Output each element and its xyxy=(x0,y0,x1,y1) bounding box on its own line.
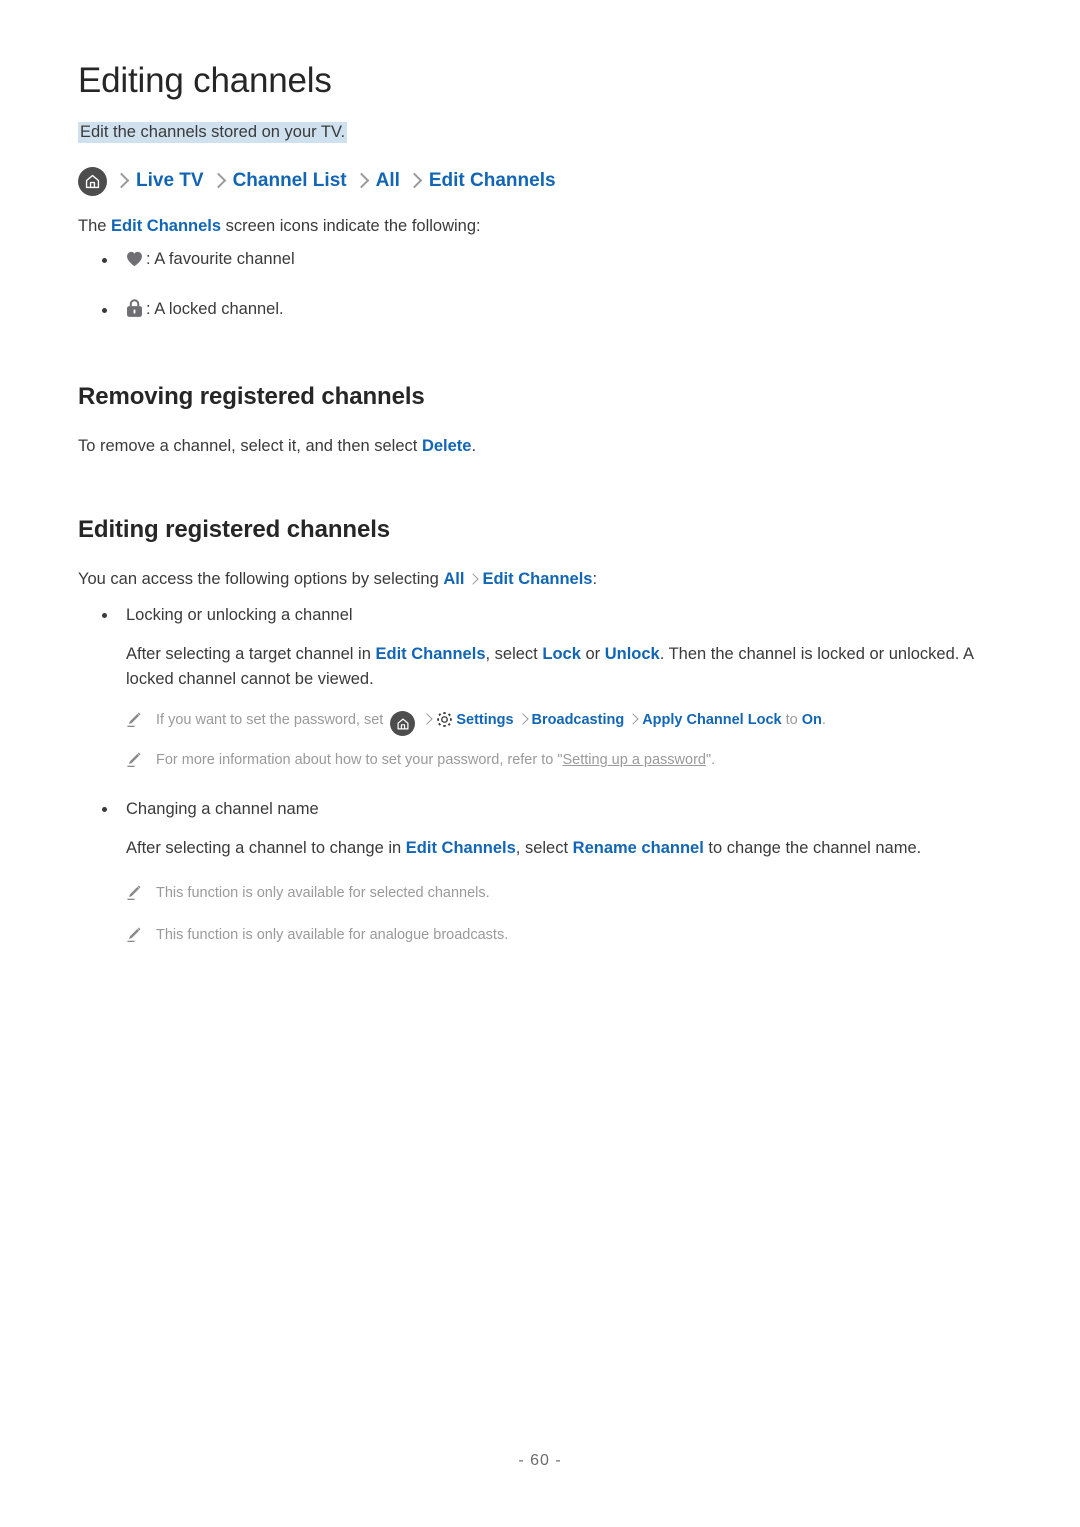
edit-channels-link[interactable]: Edit Channels xyxy=(482,570,592,588)
delete-link[interactable]: Delete xyxy=(422,437,472,455)
pencil-icon xyxy=(126,751,142,773)
body-post: . xyxy=(471,436,477,455)
legend-lead-pre: The xyxy=(78,216,112,235)
body-p1: After selecting a target channel in xyxy=(126,644,376,663)
note-analogue-broadcasts: This function is only available for anal… xyxy=(78,924,1008,948)
list-item: : A favourite channel xyxy=(78,247,1008,275)
icon-legend-lead-in: The Edit Channels screen icons indicate … xyxy=(78,214,1008,240)
breadcrumb-item-all[interactable]: All xyxy=(376,170,400,192)
chevron-right-icon xyxy=(421,713,433,725)
note-post: . xyxy=(821,711,826,728)
pencil-icon xyxy=(126,711,142,733)
gear-icon[interactable] xyxy=(436,711,453,736)
pencil-icon xyxy=(126,926,142,948)
note-text: This function is only available for anal… xyxy=(156,926,509,943)
body-p2: , select xyxy=(515,839,573,858)
section-removing-registered-channels: Removing registered channels To remove a… xyxy=(78,382,1008,460)
note-mid: to xyxy=(781,711,802,728)
option-body-locking: After selecting a target channel in Edit… xyxy=(78,642,1008,693)
body-p3: to change the channel name. xyxy=(703,839,922,858)
note-post: ". xyxy=(705,752,716,769)
icon-legend-list: : A favourite channel : A locked channel… xyxy=(78,247,1008,326)
lead-post: : xyxy=(592,570,598,589)
chevron-right-icon xyxy=(516,713,529,725)
chevron-right-icon xyxy=(210,172,226,189)
pencil-icon xyxy=(126,884,142,906)
edit-channels-link[interactable]: Edit Channels xyxy=(406,839,516,857)
list-item: : A locked channel. xyxy=(78,297,1008,326)
intro-paragraph-wrap: Edit the channels stored on your TV. xyxy=(78,120,1008,145)
section-body: To remove a channel, select it, and then… xyxy=(78,434,1008,460)
note-password-path: If you want to set the password, set Set… xyxy=(78,709,1008,737)
chevron-right-icon xyxy=(467,573,480,586)
breadcrumb[interactable]: Live TV Channel List All Edit Channels xyxy=(78,166,1008,196)
setting-up-a-password-link[interactable]: Setting up a password xyxy=(563,752,706,768)
option-title-locking: Locking or unlocking a channel xyxy=(78,603,1008,628)
breadcrumb-item-live-tv[interactable]: Live TV xyxy=(136,170,204,192)
document-page: Editing channels Edit the channels store… xyxy=(0,0,1080,1527)
section-heading: Editing registered channels xyxy=(78,516,391,544)
heart-icon xyxy=(126,250,143,275)
chevron-right-icon xyxy=(113,172,130,189)
option-title-renaming: Changing a channel name xyxy=(78,797,1008,822)
body-p1: After selecting a channel to change in xyxy=(126,839,406,858)
home-icon[interactable] xyxy=(78,166,107,196)
note-password-reference: For more information about how to set yo… xyxy=(78,749,1008,773)
note-text: This function is only available for sele… xyxy=(156,884,490,901)
breadcrumb-item-edit-channels[interactable]: Edit Channels xyxy=(429,170,556,192)
note-text: For more information about how to set yo… xyxy=(156,749,715,772)
on-link[interactable]: On xyxy=(802,712,822,728)
section-lead-in: You can access the following options by … xyxy=(78,567,1008,593)
note-text: If you want to set the password, set Set… xyxy=(156,709,826,737)
page-title: Editing channels xyxy=(78,61,332,100)
lead-pre: You can access the following options by … xyxy=(78,570,444,589)
chevron-right-icon xyxy=(627,713,639,725)
lock-link[interactable]: Lock xyxy=(542,645,581,663)
chevron-right-icon xyxy=(353,172,369,189)
breadcrumb-item-channel-list[interactable]: Channel List xyxy=(233,170,347,192)
lock-icon xyxy=(126,299,143,326)
chevron-right-icon xyxy=(406,172,423,189)
section-heading: Removing registered channels xyxy=(78,382,425,410)
unlock-link[interactable]: Unlock xyxy=(605,645,660,663)
apply-channel-lock-link[interactable]: Apply Channel Lock xyxy=(642,712,781,728)
settings-link[interactable]: Settings xyxy=(456,712,513,728)
edit-channels-link[interactable]: Edit Channels xyxy=(375,645,485,663)
legend-lead-post: screen icons indicate the following: xyxy=(221,216,481,235)
all-link[interactable]: All xyxy=(443,570,464,588)
list-item-label: : A favourite channel xyxy=(146,250,295,269)
legend-lead-link[interactable]: Edit Channels xyxy=(111,217,221,235)
option-body-renaming: After selecting a channel to change in E… xyxy=(78,836,1008,862)
rename-channel-link[interactable]: Rename channel xyxy=(573,839,704,857)
body-p3: or xyxy=(580,644,605,663)
intro-paragraph: Edit the channels stored on your TV. xyxy=(78,122,348,143)
note-pre: If you want to set the password, set xyxy=(156,711,388,728)
body-pre: To remove a channel, select it, and then… xyxy=(78,436,422,455)
home-icon[interactable] xyxy=(390,711,416,737)
section-editing-registered-channels: Editing registered channels You can acce… xyxy=(78,515,1008,947)
page-content: Editing channels Edit the channels store… xyxy=(78,60,1008,961)
page-number: - 60 - xyxy=(518,1452,562,1469)
note-pre: For more information about how to set yo… xyxy=(156,752,563,769)
broadcasting-link[interactable]: Broadcasting xyxy=(532,712,625,728)
note-selected-channels: This function is only available for sele… xyxy=(78,882,1008,906)
list-item-label: : A locked channel. xyxy=(146,300,284,319)
body-p2: , select xyxy=(485,644,543,663)
options-list: Locking or unlocking a channel After sel… xyxy=(78,603,1008,948)
